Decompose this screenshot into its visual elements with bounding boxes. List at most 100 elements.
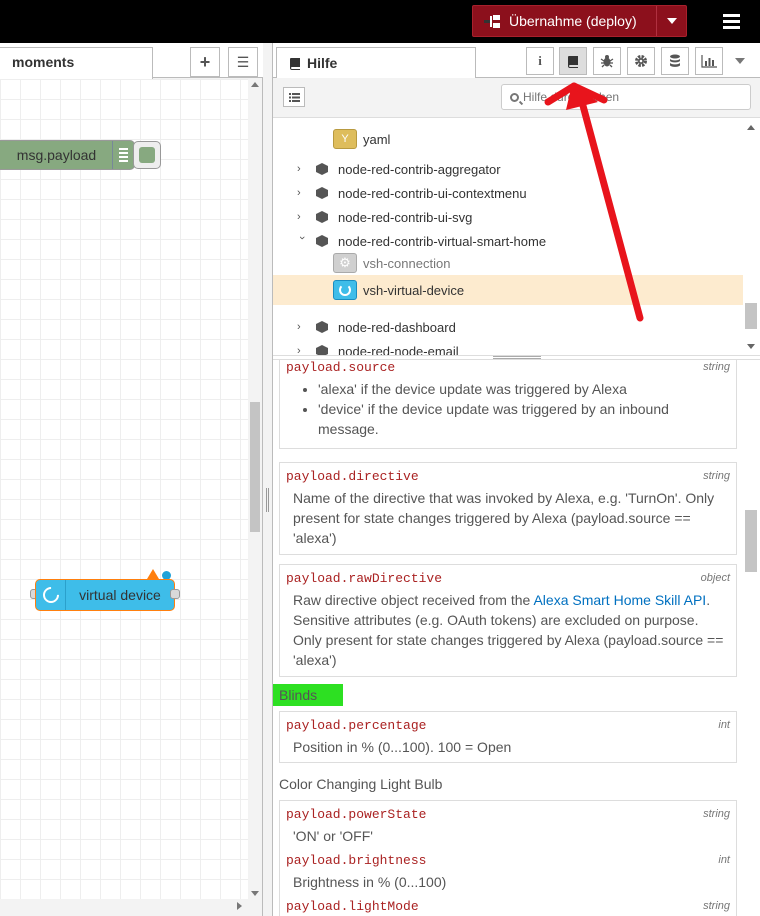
gear-icon (635, 55, 647, 67)
database-icon (670, 54, 680, 67)
help-content: payload.source string 'alexa' if the devi… (273, 360, 743, 916)
tree-item-label: node-red-contrib-ui-svg (338, 209, 473, 225)
main-menu-button[interactable] (715, 6, 747, 36)
tree-item-vsh-connection[interactable]: ⚙ vsh-connection (273, 249, 743, 277)
prop-name: payload.percentage (286, 717, 427, 733)
help-search-input[interactable] (523, 90, 723, 104)
book-icon (290, 57, 300, 70)
list-icon (288, 92, 300, 102)
debug-toggle-button[interactable] (133, 141, 161, 169)
prop-name: payload.directive (286, 468, 419, 484)
prop-type: string (703, 470, 730, 482)
tree-item-ui-svg[interactable]: › node-red-contrib-ui-svg (273, 205, 743, 229)
prop-description: Position in % (0...100). 100 = Open (293, 739, 512, 755)
toc-toggle-button[interactable] (283, 87, 305, 107)
tree-item-email[interactable]: › node-red-node-email (273, 339, 743, 355)
tree-item-contextmenu[interactable]: › node-red-contrib-ui-contextmenu (273, 181, 743, 205)
package-icon (316, 163, 328, 175)
section-title-blinds: Blinds (273, 684, 343, 706)
tree-item-label: node-red-node-email (338, 343, 459, 356)
debug-node-label: msg.payload (16, 147, 97, 163)
virtual-device-node[interactable]: virtual device (35, 579, 175, 611)
tree-scrollbar[interactable] (743, 119, 759, 355)
deploy-label: Übernahme (deploy) (509, 13, 637, 29)
warning-icon (147, 569, 159, 579)
chevron-right-icon[interactable]: › (297, 345, 307, 355)
chevron-right-icon[interactable]: › (297, 211, 307, 223)
tree-item-label: node-red-contrib-aggregator (338, 161, 501, 177)
book-icon (568, 55, 578, 68)
prop-type: int (718, 719, 730, 731)
prop-payload-directive: payload.directive string Name of the dire… (279, 462, 737, 555)
help-scrollbar[interactable] (743, 360, 759, 916)
tree-item-label: node-red-contrib-virtual-smart-home (338, 233, 547, 249)
info-icon: i (538, 53, 542, 68)
deploy-dropdown-icon[interactable] (656, 6, 686, 36)
workspace: moments + ☰ msg.payload virtual device (0, 43, 263, 916)
workspace-vertical-scrollbar[interactable] (248, 79, 262, 899)
info-tab-button[interactable]: i (526, 47, 554, 75)
prop-payload-source: payload.source string 'alexa' if the devi… (279, 360, 737, 449)
list-flows-button[interactable]: ☰ (228, 47, 258, 77)
tree-item-vsh-virtual-device[interactable]: vsh-virtual-device (273, 275, 743, 305)
tree-item-label: node-red-contrib-ui-contextmenu (338, 185, 527, 201)
chevron-right-icon[interactable]: › (297, 187, 307, 199)
output-port[interactable] (170, 589, 180, 599)
sidebar-splitter[interactable] (263, 43, 272, 916)
virtual-device-label: virtual device (79, 587, 161, 603)
flow-tab[interactable]: moments (0, 47, 153, 79)
plus-icon: + (199, 51, 211, 72)
desc-text: Raw directive object received from the (293, 592, 534, 608)
package-icon (316, 211, 328, 223)
prop-group-light-bulb: payload.powerState string 'ON' or 'OFF' p… (279, 800, 737, 916)
prop-type: object (700, 572, 730, 584)
prop-payload-rawdirective: payload.rawDirective object Raw directive… (279, 564, 737, 677)
tree-item-yaml[interactable]: Y yaml (273, 127, 743, 151)
tree-item-label: yaml (363, 131, 391, 147)
sidebar-tabs-dropdown-icon[interactable] (735, 58, 745, 64)
virtual-device-icon (333, 280, 357, 300)
prop-type: int (718, 854, 730, 866)
help-search-box[interactable] (501, 84, 751, 110)
prop-payload-percentage: payload.percentage int Position in % (0..… (279, 711, 737, 763)
prop-description: Raw directive object received from the A… (286, 590, 730, 670)
debug-tab-button[interactable] (593, 47, 621, 75)
tab-help[interactable]: Hilfe (276, 47, 476, 79)
help-node-tree: Y yaml › node-red-contrib-aggregator › n… (273, 119, 760, 355)
add-flow-button[interactable]: + (190, 47, 220, 77)
package-icon (316, 235, 328, 247)
dashboard-tab-button[interactable] (695, 47, 723, 75)
sidebar-tabs: Hilfe i (273, 43, 760, 79)
config-tab-button[interactable] (627, 47, 655, 75)
prop-description: Name of the directive that was invoked b… (293, 490, 715, 546)
help-tab-label: Hilfe (307, 55, 338, 71)
deploy-button[interactable]: Übernahme (deploy) (472, 5, 687, 37)
tree-item-aggregator[interactable]: › node-red-contrib-aggregator (273, 157, 743, 181)
section-title-light-bulb: Color Changing Light Bulb (279, 776, 443, 792)
sidebar: Hilfe i Y yaml (272, 43, 760, 916)
tree-item-label: vsh-connection (363, 255, 451, 271)
debug-node[interactable]: msg.payload (0, 140, 135, 170)
help-toolbar (273, 78, 760, 118)
prop-type: string (703, 808, 730, 820)
virtual-device-icon (36, 580, 66, 610)
chevron-right-icon[interactable]: › (297, 321, 307, 333)
chevron-right-icon[interactable]: › (297, 163, 307, 175)
tree-item-dashboard[interactable]: › node-red-dashboard (273, 315, 743, 339)
deploy-icon (473, 6, 509, 36)
bar-chart-icon (701, 54, 717, 68)
alexa-api-link[interactable]: Alexa Smart Home Skill API (533, 592, 706, 608)
list-item: 'alexa' if the device update was trigger… (318, 379, 730, 399)
context-tab-button[interactable] (661, 47, 689, 75)
workspace-horizontal-scrollbar[interactable] (0, 899, 248, 913)
prop-name: payload.source (286, 360, 396, 375)
prop-type: string (703, 361, 730, 373)
search-icon (510, 92, 519, 102)
chevron-down-icon[interactable]: › (296, 236, 308, 246)
flow-canvas[interactable]: msg.payload virtual device (0, 79, 248, 899)
gear-icon: ⚙ (333, 253, 357, 273)
package-icon (316, 187, 328, 199)
yaml-node-icon: Y (333, 129, 357, 149)
help-tab-button[interactable] (559, 47, 587, 75)
package-icon (316, 321, 328, 333)
